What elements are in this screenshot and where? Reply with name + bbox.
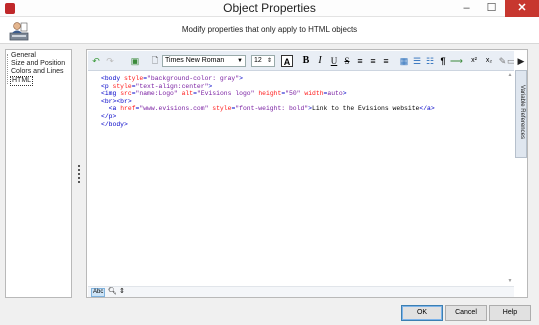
editor-toolbar: ↶ ↷ ▣ 🗋 Times New Roman ▼ 12 ⇕ A B I U S… (88, 51, 514, 71)
html-code-area[interactable]: <body style="background-color: gray"> <p … (101, 75, 506, 290)
html-editor-panel: ↶ ↷ ▣ 🗋 Times New Roman ▼ 12 ⇕ A B I U S… (86, 49, 528, 298)
minimize-button[interactable]: – (454, 0, 479, 17)
subscript-button[interactable]: x₂ (484, 55, 494, 67)
code-token: width (304, 90, 324, 98)
code-token: "text-align:center" (135, 82, 209, 90)
code-token: style (212, 105, 232, 113)
code-token: <a (108, 105, 121, 113)
italic-button[interactable]: I (315, 55, 325, 67)
code-token: src (120, 90, 132, 98)
property-tree: General Size and Position Colors and Lin… (5, 49, 72, 298)
spin-icon: ⇕ (266, 58, 272, 64)
ok-button[interactable]: OK (401, 305, 443, 321)
eraser-icon[interactable]: ▭ (507, 55, 514, 67)
code-token: </p> (101, 112, 117, 120)
code-line: <body style="background-color: gray"> (101, 75, 506, 83)
code-token: "name:Logo" (135, 90, 178, 98)
superscript-button[interactable]: x² (468, 55, 480, 67)
cancel-button[interactable]: Cancel (445, 305, 487, 321)
code-token: alt (181, 90, 194, 98)
code-token: href (120, 105, 136, 113)
tree-item-size-and-position[interactable]: Size and Position (10, 60, 66, 68)
code-line: </body> (101, 121, 506, 129)
code-token: "www.evisions.com" (139, 105, 209, 113)
code-token: <p (101, 82, 113, 90)
spin-icon[interactable]: ⇕ (119, 287, 125, 297)
numbered-list-icon[interactable]: ☷ (425, 55, 435, 67)
insert-image-icon[interactable]: ▣ (130, 55, 140, 67)
code-token: > (208, 82, 213, 90)
horizontal-rule-icon[interactable]: ⟶ (450, 55, 463, 67)
tree-item-colors-and-lines[interactable]: Colors and Lines (10, 68, 65, 76)
bold-button[interactable]: B (301, 55, 311, 67)
side-panel-expand-icon[interactable]: ▶ (515, 54, 527, 68)
code-token: "50" (285, 90, 301, 98)
align-left-icon[interactable]: ≡ (355, 55, 365, 67)
font-name-select[interactable]: Times New Roman ▼ (162, 55, 246, 67)
code-line: <br><br> (101, 98, 506, 106)
code-token: <body (101, 75, 125, 82)
insert-picture-icon[interactable]: ▦ (399, 55, 409, 67)
font-icon: 🗋 (151, 56, 159, 65)
code-token: </body> (101, 120, 128, 128)
code-line: <img src="name:Logo" alt="Evisions logo"… (101, 90, 506, 98)
editor-status-bar: Abc 🔍︎ ⇕ (88, 286, 514, 297)
chevron-down-icon: ▼ (237, 58, 243, 64)
code-token: style (124, 75, 144, 82)
edit-pencil-icon[interactable]: ✎ (498, 55, 507, 67)
variable-references-label: Variable References (519, 85, 525, 139)
code-token: > (342, 90, 347, 98)
code-token: Link to the Evisions website (312, 105, 420, 113)
scroll-down-icon[interactable]: ▼ (506, 278, 514, 284)
font-size-stepper[interactable]: 12 ⇕ (251, 55, 275, 67)
code-token: "font-weight: bold" (235, 105, 309, 113)
align-center-icon[interactable]: ≡ (368, 55, 378, 67)
header-description: Modify properties that only apply to HTM… (181, 25, 358, 34)
code-token: style (112, 82, 132, 90)
strikethrough-button[interactable]: S (342, 55, 352, 67)
code-token: <img (101, 90, 121, 98)
code-token: "Evisions logo" (196, 90, 255, 98)
font-color-icon[interactable]: A (281, 55, 293, 67)
align-right-icon[interactable]: ≡ (381, 55, 391, 67)
redo-icon[interactable]: ↷ (105, 55, 115, 67)
undo-icon[interactable]: ↶ (91, 55, 101, 67)
font-size-value: 12 (254, 57, 262, 64)
font-name-value: Times New Roman (165, 57, 225, 64)
help-button[interactable]: Help (489, 305, 531, 321)
code-token: > (239, 75, 243, 82)
code-line: <a href="www.evisions.com" style="font-w… (101, 105, 506, 113)
code-token: </a> (419, 105, 435, 113)
code-token: height (258, 90, 282, 98)
code-token: auto (327, 90, 343, 98)
spell-check-button[interactable]: Abc (91, 288, 106, 297)
dialog-header: Modify properties that only apply to HTM… (0, 17, 539, 44)
scroll-up-icon[interactable]: ▲ (506, 72, 514, 78)
tree-item-html[interactable]: HTML (10, 76, 34, 86)
code-line: <p style="text-align:center"> (101, 83, 506, 91)
code-line: </p> (101, 113, 506, 121)
paragraph-button[interactable]: ¶ (438, 55, 448, 67)
code-token: "background-color: gray" (147, 75, 240, 82)
bullet-list-icon[interactable]: ☰ (412, 55, 422, 67)
maximize-button[interactable]: ☐ (479, 0, 504, 17)
close-button[interactable]: ✕ (505, 0, 539, 17)
code-token: <br><br> (101, 97, 132, 105)
splitter-grip[interactable] (78, 165, 80, 183)
title-bar: Object Properties – ☐ ✕ (0, 0, 539, 17)
tree-guide-line (7, 54, 8, 84)
variable-references-tab[interactable]: Variable References (515, 70, 527, 158)
tree-item-general[interactable]: General (10, 52, 37, 60)
search-icon[interactable]: 🔍︎ (108, 287, 117, 297)
underline-button[interactable]: U (329, 55, 339, 67)
